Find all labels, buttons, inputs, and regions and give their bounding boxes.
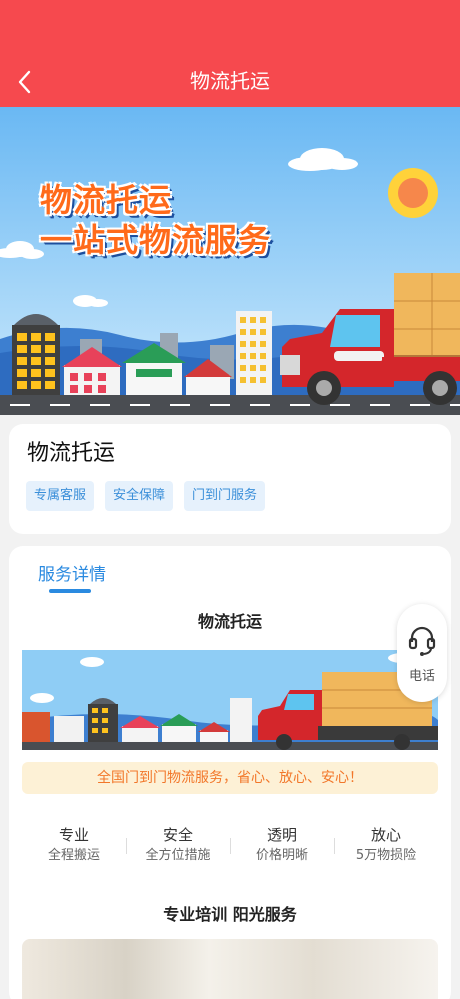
feature-subtitle: 5万物损险 (355, 848, 417, 863)
service-info-card: 物流托运 专属客服 安全保障 门到门服务 (9, 424, 451, 534)
logistics-illustration (0, 107, 460, 415)
phone-label: 电话 (408, 669, 435, 684)
feature-subtitle: 价格明晰 (255, 848, 308, 863)
tab-indicator (49, 589, 91, 593)
feature-title: 透明 (266, 826, 297, 844)
tag-door-to-door: 门到门服务 (184, 481, 266, 511)
service-tags: 专属客服 安全保障 门到门服务 (26, 481, 266, 511)
phone-call-button[interactable]: 电话 (397, 604, 447, 702)
feature-safety: 安全 全方位措施 (126, 824, 230, 868)
app-header: 物流托运 (0, 0, 460, 107)
service-detail-card: 服务详情 物流托运 全国门到门物流服务，省心、放心、安心！ 专业 全程搬运 安全… (9, 546, 451, 999)
page: 物流托运 物流托运 一站式物流服务 物流托运 专属客服 安全保障 门到门服务 服… (0, 0, 460, 999)
feature-professional: 专业 全程搬运 (22, 824, 126, 868)
tag-safety: 安全保障 (105, 481, 174, 511)
training-photo (22, 939, 438, 999)
feature-assured: 放心 5万物损险 (334, 824, 438, 868)
hero-subheadline: 一站式物流服务 (40, 221, 272, 259)
tag-dedicated-service: 专属客服 (26, 481, 95, 511)
feature-transparent: 透明 价格明晰 (230, 824, 334, 868)
service-title: 物流托运 (27, 441, 116, 466)
feature-title: 专业 (58, 826, 89, 844)
logistics-mini-illustration (22, 650, 438, 750)
detail-banner-image (22, 650, 438, 750)
feature-subtitle: 全方位措施 (145, 848, 211, 863)
training-section-title: 专业培训 阳光服务 (163, 905, 297, 924)
detail-section-title: 物流托运 (197, 612, 262, 631)
feature-row: 专业 全程搬运 安全 全方位措施 透明 价格明晰 放心 5万物损险 (22, 824, 438, 868)
slogan-banner: 全国门到门物流服务，省心、放心、安心！ (22, 762, 438, 794)
feature-title: 安全 (162, 826, 193, 844)
hero-banner: 物流托运 一站式物流服务 (0, 107, 460, 415)
feature-title: 放心 (370, 826, 401, 844)
headset-icon (408, 626, 436, 656)
page-title: 物流托运 (190, 69, 270, 93)
feature-subtitle: 全程搬运 (47, 848, 100, 863)
tab-service-details[interactable]: 服务详情 (38, 562, 106, 588)
